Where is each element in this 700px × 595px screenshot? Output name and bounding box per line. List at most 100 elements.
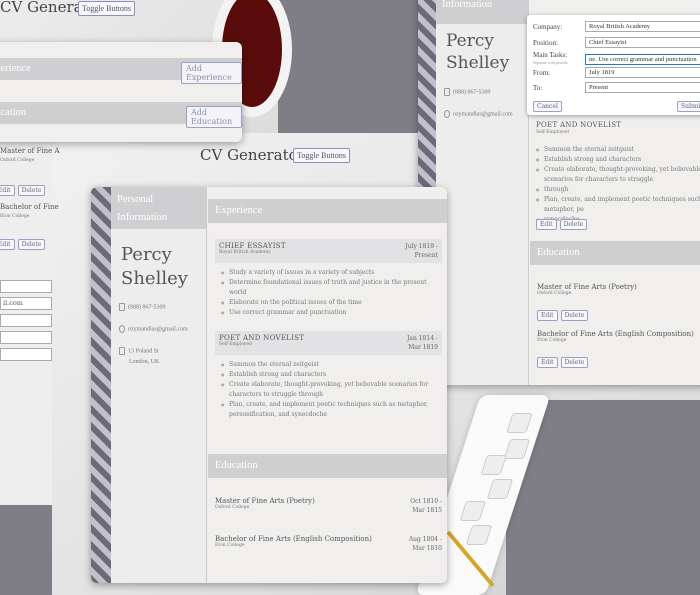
toggle-buttons-button[interactable]: Toggle Buttons — [78, 1, 135, 16]
job-company: Self-Employed — [536, 130, 569, 135]
contact-input[interactable] — [0, 314, 52, 327]
job-title: POET AND NOVELIST — [536, 121, 622, 129]
delete-button[interactable]: Delete — [560, 357, 589, 368]
education-item-title: Master of Fine A — [0, 147, 60, 155]
add-experience-button[interactable]: Add Experience — [181, 62, 242, 84]
delete-button[interactable]: Delete — [560, 310, 589, 321]
add-education-button[interactable]: Add Education — [186, 106, 242, 128]
company-row: Company: Royal British Academy — [533, 20, 700, 33]
delete-button[interactable]: Delete — [17, 239, 46, 250]
contact-input[interactable] — [0, 331, 52, 344]
at-icon — [444, 110, 450, 118]
task-item: Summon the eternal zeitgeist — [536, 145, 700, 155]
task-item: Study a variety of issues in a variety o… — [221, 268, 442, 278]
task-item: Determine foundational issues of truth a… — [221, 278, 442, 298]
education-degree: Bachelor of Fine Arts (English Compositi… — [215, 535, 372, 543]
phone: (888) 867-5309 — [119, 303, 206, 311]
email-input[interactable]: il.com — [0, 297, 52, 310]
education-school: Oxford College — [215, 505, 250, 510]
company-field[interactable]: Royal British Academy — [585, 21, 700, 32]
to-label: To: — [533, 83, 543, 92]
decorative-stripes — [91, 187, 111, 583]
task-item: Use correct grammar and punctuation — [221, 308, 442, 318]
education-item: Master of Fine Arts (Poetry) Oxford Coll… — [215, 497, 442, 515]
task-item: Summon the eternal zeitgeist — [221, 360, 442, 370]
main-content: Experience CHIEF ESSAYIST Royal British … — [208, 187, 447, 583]
cv-card: Personal Information Percy Shelley (888)… — [91, 187, 447, 583]
task-item: Establish strong and characters — [536, 155, 700, 165]
job-title: CHIEF ESSAYIST — [219, 242, 286, 250]
from-field[interactable]: July 1819 — [585, 67, 700, 78]
first-name: Percy — [446, 31, 494, 51]
position-field[interactable]: Chief Essayist — [585, 37, 700, 48]
education-item: Bachelor of Fine Arts (English Compositi… — [215, 535, 442, 553]
background-gap — [278, 0, 418, 133]
phone-icon — [444, 88, 450, 96]
toggle-buttons-button[interactable]: Toggle Buttons — [293, 148, 350, 163]
job-actions: Edit Delete — [536, 211, 590, 230]
edit-button[interactable]: Edit — [0, 185, 15, 196]
person-name: Percy Shelley — [446, 30, 528, 74]
to-field[interactable]: Present — [585, 82, 700, 93]
submit-button[interactable]: Submi — [677, 101, 700, 112]
education-school: Eton College — [215, 543, 245, 548]
last-name: Shelley — [446, 53, 510, 73]
job-company: Self-Employed — [219, 342, 252, 347]
task-item: Plan, create, and implement poetic techn… — [221, 400, 442, 420]
edit-button[interactable]: Edit — [537, 310, 558, 321]
education-heading: ducation — [0, 107, 27, 118]
house-icon — [119, 347, 125, 355]
to-row: To: Present — [533, 81, 700, 94]
left-partial-panel: Master of Fine A Oxford College Edit Dele… — [0, 133, 60, 505]
job-dates: July 1819 - Present — [405, 243, 438, 259]
from-row: From: July 1819 — [533, 66, 700, 79]
contact-input[interactable] — [0, 280, 52, 293]
education-header: Education — [208, 454, 447, 478]
delete-button[interactable]: Delete — [559, 219, 588, 230]
job-company: Royal British Academy — [219, 250, 271, 255]
tasks-label: Main Tasks: Separate with periods — [533, 51, 568, 66]
tasks-field[interactable]: ne. Use correct grammar and punctuation — [585, 53, 700, 65]
at-icon — [119, 325, 125, 333]
task-item: Establish strong and characters — [221, 370, 442, 380]
education-dates: Aug 1804 - Mar 1810 — [408, 536, 442, 552]
task-item: Create elaborate, thought-provoking, yet… — [221, 380, 442, 400]
cancel-button[interactable]: Cancel — [533, 101, 562, 112]
phone: (888) 867-5309 — [444, 88, 528, 96]
education-item: Bachelor of Fine Arts (English Compositi… — [537, 330, 694, 368]
education-item-title: Bachelor of Fine — [0, 203, 59, 211]
delete-button[interactable]: Delete — [17, 185, 46, 196]
address: 13 Poland St London, UK — [119, 347, 206, 365]
company-label: Company: — [533, 22, 563, 31]
position-label: Position: — [533, 38, 558, 47]
education-dates: Oct 1810 - Mar 1815 — [410, 498, 442, 514]
sidebar: Information Percy Shelley (888) 867-5309… — [436, 0, 529, 385]
from-label: From: — [533, 68, 551, 77]
job-dates: Jan 1814 - Mar 1819 — [407, 335, 438, 351]
first-name: Percy — [121, 244, 172, 265]
education-degree: Master of Fine Arts (Poetry) — [215, 497, 315, 505]
task-item: Elaborate on the political issues of the… — [221, 298, 442, 308]
email: ozymandias@gmail.com — [444, 110, 528, 118]
experience-form: Company: Royal British Academy Position:… — [527, 15, 700, 115]
task-item: through — [536, 185, 700, 195]
personal-info-heading: Information — [436, 0, 528, 24]
education-header: Education — [530, 241, 700, 265]
experience-item: POET AND NOVELIST Self-Employed Jan 1814… — [215, 331, 442, 420]
task-item: Create elaborate, thought-provoking, yet… — [536, 165, 700, 185]
tasks-row: Main Tasks: Separate with periods ne. Use… — [533, 51, 700, 67]
cv-card-left: xperience Add Experience ducation Add Ed… — [0, 42, 242, 142]
page-title: CV Generator — [200, 146, 305, 164]
experience-header: Experience — [208, 199, 447, 223]
edit-button[interactable]: Edit — [537, 357, 558, 368]
sidebar: Personal Information Percy Shelley (888)… — [111, 187, 207, 583]
edit-button[interactable]: Edit — [0, 239, 15, 250]
contact-input[interactable] — [0, 348, 52, 361]
personal-info-heading: Personal Information — [111, 187, 206, 229]
person-name: Percy Shelley — [121, 243, 206, 291]
job-title: POET AND NOVELIST — [219, 334, 305, 342]
education-item-school: Oxford College — [0, 158, 35, 163]
position-row: Position: Chief Essayist — [533, 36, 700, 49]
experience-item: CHIEF ESSAYIST Royal British Academy Jul… — [215, 239, 442, 318]
edit-button[interactable]: Edit — [536, 219, 557, 230]
